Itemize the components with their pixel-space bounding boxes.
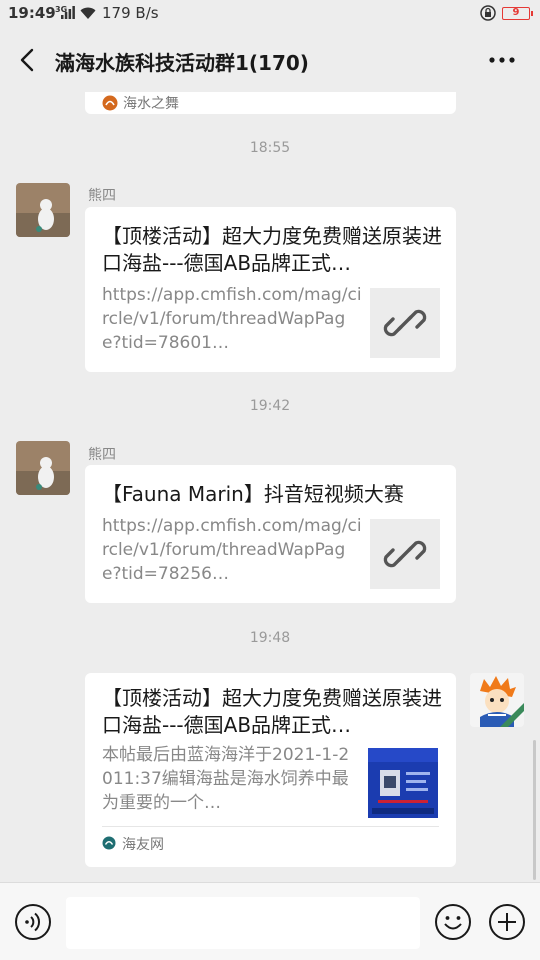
- avatar-image: [16, 441, 70, 495]
- card-title: 【Fauna Marin】抖音短视频大赛: [102, 482, 404, 506]
- back-arrow-icon[interactable]: [14, 46, 42, 74]
- plus-icon[interactable]: [488, 903, 526, 941]
- status-bar: 19:49 3G 179 B/s 9: [0, 0, 540, 28]
- timestamp: 18:55: [249, 140, 291, 156]
- chat-area[interactable]: 海水之舞 18:55 熊四 【顶楼活动】超大力度免费赠送原装进口海盐---德国A…: [0, 92, 540, 882]
- card-url: https://app.cmfish.com/mag/circle/v1/for…: [102, 285, 362, 353]
- more-icon[interactable]: [484, 48, 520, 72]
- source-logo-icon: [102, 95, 118, 111]
- card-title: 【顶楼活动】超大力度免费赠送原装进口海盐---德国AB品牌正式…: [102, 224, 442, 275]
- article-card[interactable]: 【顶楼活动】超大力度免费赠送原装进口海盐---德国AB品牌正式… 本帖最后由蓝海…: [85, 673, 456, 867]
- battery-level: 9: [512, 7, 520, 18]
- card-source: 海水之舞: [123, 96, 179, 112]
- timestamp: 19:48: [249, 630, 291, 646]
- card-divider: [102, 826, 439, 827]
- link-card[interactable]: 【Fauna Marin】抖音短视频大赛 https://app.cmfish.…: [85, 465, 456, 603]
- my-avatar[interactable]: [470, 673, 524, 727]
- chat-header: 滿海水族科技活动群1(170): [0, 28, 540, 92]
- input-bar: [0, 882, 540, 960]
- emoji-icon[interactable]: [434, 903, 472, 941]
- message-input[interactable]: [66, 897, 420, 949]
- voice-icon[interactable]: [14, 903, 52, 941]
- article-thumbnail: [368, 748, 438, 818]
- avatar-image: [470, 673, 524, 727]
- card-url: https://app.cmfish.com/mag/circle/v1/for…: [102, 516, 362, 584]
- link-icon: [383, 540, 427, 568]
- article-image: [368, 748, 438, 818]
- card-summary: 本帖最后由蓝海海洋于2021-1-2011:37编辑海盐是海水饲养中最为重要的一…: [102, 745, 350, 813]
- message-card-partial[interactable]: 海水之舞: [85, 92, 456, 114]
- timestamp: 19:42: [249, 398, 291, 414]
- chat-title: 滿海水族科技活动群1(170): [55, 51, 309, 75]
- avatar-image: [16, 183, 70, 237]
- card-source: 海友网: [122, 837, 164, 853]
- lock-icon: [480, 5, 496, 21]
- sender-name: 熊四: [88, 447, 116, 463]
- network-speed: 179 B/s: [102, 4, 159, 22]
- link-icon: [383, 309, 427, 337]
- sender-name: 熊四: [88, 188, 116, 204]
- battery-icon: 9: [502, 7, 533, 20]
- avatar[interactable]: [16, 441, 70, 495]
- wifi-icon: [80, 7, 96, 19]
- source-logo-icon: [102, 836, 116, 850]
- signal-icon: [61, 6, 75, 19]
- link-thumbnail: [370, 519, 440, 589]
- card-title: 【顶楼活动】超大力度免费赠送原装进口海盐---德国AB品牌正式…: [102, 686, 442, 737]
- scrollbar[interactable]: [533, 740, 536, 880]
- link-card[interactable]: 【顶楼活动】超大力度免费赠送原装进口海盐---德国AB品牌正式… https:/…: [85, 207, 456, 372]
- link-thumbnail: [370, 288, 440, 358]
- status-time: 19:49: [8, 4, 56, 22]
- avatar[interactable]: [16, 183, 70, 237]
